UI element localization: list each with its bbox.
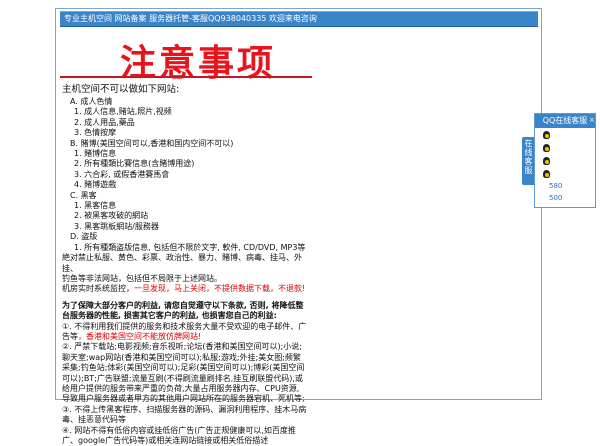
protect-item-1-red: ，香港和美国空间不能放仿牌网站!: [78, 331, 202, 341]
section-label: A. 成人色情: [70, 97, 113, 106]
warning-red: 一旦发现，马上关闭，不提供数据下载，不退款!: [134, 284, 306, 294]
qq-penguin-icon: [543, 130, 550, 139]
qq-contact-3[interactable]: [535, 154, 595, 167]
protect-item-2: ②. 严禁下载站;电影视频;音乐视听;论坛(香港和美国空间可以);小说;聊天室;…: [62, 342, 305, 404]
notice-heading: 主机空间不可以做如下网站:: [62, 84, 180, 95]
section-label: B. 賭博(美国空间可以,香港和国内空间不可以): [70, 138, 234, 148]
section-item: 1. 黑客信息: [74, 201, 117, 211]
protect-item-3: ③. 不得上传黑客程序、扫描服务器的源码、漏洞利用程序、挂木马病毒、挂恶意代码等: [62, 404, 307, 425]
qq-contact-4[interactable]: [535, 167, 595, 180]
section-label: D. 盗版: [70, 232, 98, 242]
qq-contact-1[interactable]: [535, 128, 595, 141]
section-item: 3. 黑客跳板網站/服務器: [74, 221, 159, 231]
notice-content: 主机空间不可以做如下网站: A. 成人色情 1. 成人信息,赌站,照片,视频 2…: [62, 83, 307, 446]
qq-panel-header: QQ在线客服: [535, 114, 595, 128]
warning-prefix: 机房实时系统监控，: [62, 284, 134, 294]
top-marquee-bar: 专业主机空间 网站备案 服务器托管-客服QQ938040335 欢迎来电咨询: [60, 11, 538, 27]
section-item: 1. 成人信息,赌站,照片,视频: [74, 107, 172, 117]
section-label: C. 黑客: [70, 190, 97, 200]
protect-item-4: ④. 网站不得有低俗内容或挂低俗广告(广告正规健康可以,如百度推广、google…: [62, 425, 296, 445]
qq-penguin-icon: [543, 169, 550, 178]
page-title: 注意事项: [120, 43, 277, 84]
section-item: 3. 色情按摩: [74, 128, 117, 138]
protect-item-1: ①. 不得利用我们提供的服务和技术服务大量不受欢迎的电子邮件、广告等，香港和美国…: [62, 322, 307, 343]
marquee-text: 专业主机空间 网站备案 服务器托管-客服QQ938040335 欢迎来电咨询: [64, 14, 317, 23]
extra-line: 钓鱼等非法网站，包括但不局限于上述网站。: [62, 273, 222, 283]
title-divider: [60, 76, 312, 78]
qq-penguin-icon: [543, 143, 550, 152]
qq-penguin-icon: [543, 156, 550, 165]
qq-contact-2[interactable]: [535, 141, 595, 154]
qq-number-1[interactable]: 580: [535, 180, 595, 192]
section-item: 1. 所有種類盗版信息, 包括但不限於文字, 軟件, CD/DVD, MP3等: [74, 242, 306, 252]
section-item: 4. 賭博遊戲: [74, 180, 117, 190]
section-item: 2. 被黑客攻破的網站: [74, 211, 149, 221]
section-item: 2. 所有種類比賽信息(含賭博用途): [74, 159, 195, 169]
qq-service-panel: QQ在线客服 580 500: [534, 113, 596, 208]
close-icon[interactable]: ×: [589, 116, 595, 124]
warning-line: 机房实时系统监控，一旦发现，马上关闭，不提供数据下载，不退款!: [62, 284, 307, 294]
protect-intro: 为了保障大部分客户的利益, 请您自觉遵守以下条款, 否则, 将降低整台服务器的性…: [62, 300, 304, 321]
section-item: 1. 賭博信息: [74, 149, 117, 159]
section-item: 2. 成人用品,藥品: [74, 117, 135, 127]
qq-number-2[interactable]: 500: [535, 192, 595, 204]
section-item: 3. 六合彩, 或假香港賽馬會: [74, 169, 170, 179]
extra-line: 絶对禁止私服、黄色、彩票、政治性、暴力、賭博、病毒、挂马、外挂、: [62, 253, 302, 273]
